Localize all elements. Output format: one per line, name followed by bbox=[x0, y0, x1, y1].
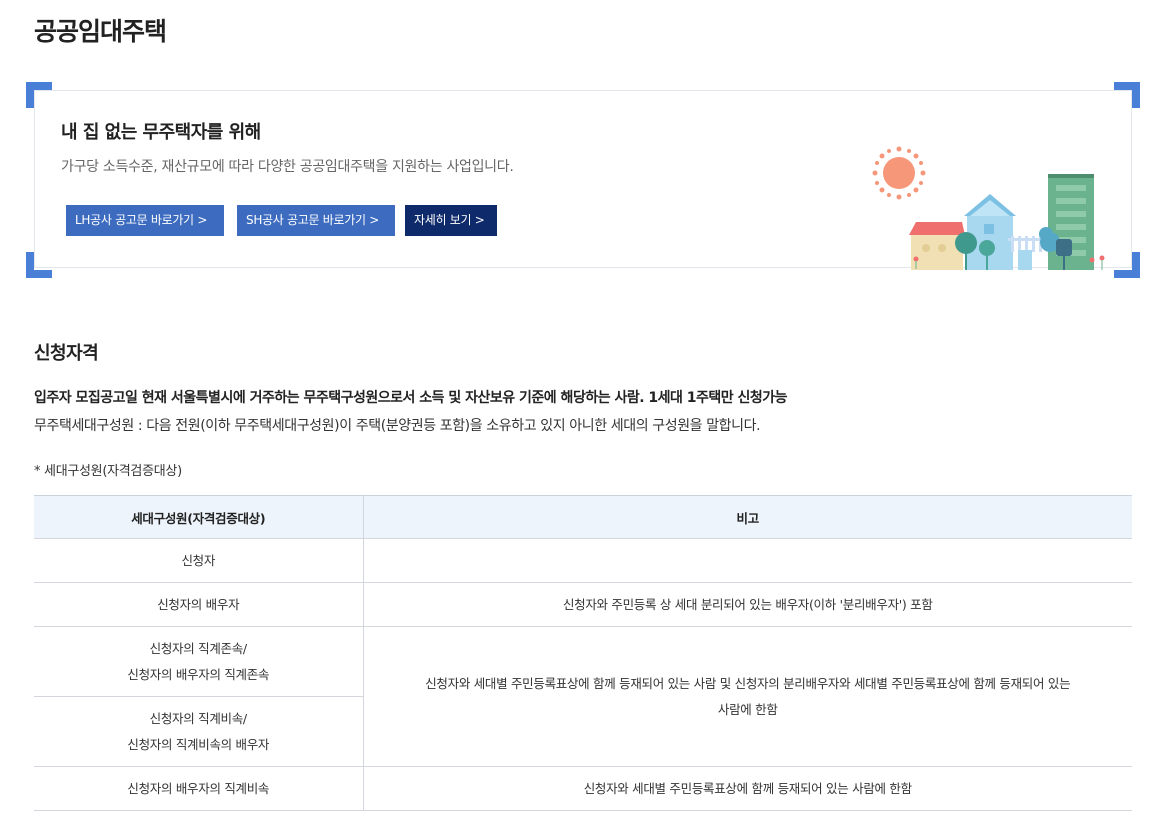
header-member: 세대구성원(자격검증대상) bbox=[34, 495, 364, 539]
banner-corner-bottom-right bbox=[1114, 252, 1140, 278]
note-line: 사람에 한함 bbox=[717, 701, 778, 717]
page-title: 공공임대주택 bbox=[34, 17, 167, 46]
banner-corner-top-left bbox=[26, 82, 52, 108]
member-line: 신청자의 직계존속/ bbox=[149, 640, 247, 656]
note-cell: 신청자와 주민등록 상 세대 분리되어 있는 배우자(이하 '분리배우자') 포… bbox=[363, 582, 1132, 627]
table-row: 신청자 bbox=[34, 538, 1132, 583]
blue-house-icon bbox=[964, 194, 1016, 270]
lh-notice-button[interactable]: LH공사 공고문 바로가기 > bbox=[66, 205, 224, 236]
note-cell: 신청자와 세대별 주민등록표상에 함께 등재되어 있는 사람 및 신청자의 분리… bbox=[363, 626, 1132, 767]
table-header-row: 세대구성원(자격검증대상) 비고 bbox=[34, 495, 1132, 539]
note-line: 신청자와 세대별 주민등록표상에 함께 등재되어 있는 사람 및 신청자의 분리… bbox=[425, 675, 1071, 691]
qualification-sub-text: 무주택세대구성원 : 다음 전원(이하 무주택세대구성원)이 주택(분양권등 포… bbox=[34, 418, 761, 434]
green-building-icon bbox=[1048, 174, 1094, 270]
member-cell: 신청자의 직계비속/ 신청자의 직계비속의 배우자 bbox=[34, 696, 364, 767]
member-cell: 신청자 bbox=[34, 538, 364, 583]
qualification-main-text: 입주자 모집공고일 현재 서울특별시에 거주하는 무주택구성원으로서 소득 및 … bbox=[34, 390, 788, 406]
member-cell: 신청자의 직계존속/ 신청자의 배우자의 직계존속 bbox=[34, 626, 364, 697]
section-title: 신청자격 bbox=[34, 343, 99, 364]
member-line: 신청자의 직계비속/ bbox=[149, 710, 247, 726]
member-cell: 신청자의 배우자의 직계비속 bbox=[34, 766, 364, 811]
banner-heading: 내 집 없는 무주택자를 위해 bbox=[61, 122, 261, 143]
sun-icon bbox=[872, 146, 926, 200]
header-note: 비고 bbox=[363, 495, 1132, 539]
member-cell: 신청자의 배우자 bbox=[34, 582, 364, 627]
note-cell: 신청자와 세대별 주민등록표상에 함께 등재되어 있는 사람에 한함 bbox=[363, 766, 1132, 811]
household-members-table: 세대구성원(자격검증대상) 비고 신청자 신청자의 배우자 신청자와 주민등록 … bbox=[34, 495, 1132, 811]
view-details-button[interactable]: 자세히 보기 > bbox=[405, 205, 497, 236]
banner-corner-top-right bbox=[1114, 82, 1140, 108]
banner-description: 가구당 소득수준, 재산규모에 따라 다양한 공공임대주택을 지원하는 사업입니… bbox=[61, 159, 514, 175]
table-note: * 세대구성원(자격검증대상) bbox=[34, 464, 182, 479]
table-row: 신청자의 직계존속/ 신청자의 배우자의 직계존속 신청자와 세대별 주민등록표… bbox=[34, 626, 1132, 767]
housing-illustration bbox=[872, 146, 1105, 270]
table-row: 신청자의 배우자의 직계비속 신청자와 세대별 주민등록표상에 함께 등재되어 … bbox=[34, 766, 1132, 811]
sh-notice-button[interactable]: SH공사 공고문 바로가기 > bbox=[237, 205, 395, 236]
member-line: 신청자의 직계비속의 배우자 bbox=[127, 736, 270, 752]
member-line: 신청자의 배우자의 직계존속 bbox=[127, 666, 270, 682]
note-cell bbox=[363, 538, 1132, 583]
banner-corner-bottom-left bbox=[26, 252, 52, 278]
table-row: 신청자의 배우자 신청자와 주민등록 상 세대 분리되어 있는 배우자(이하 '… bbox=[34, 582, 1132, 627]
